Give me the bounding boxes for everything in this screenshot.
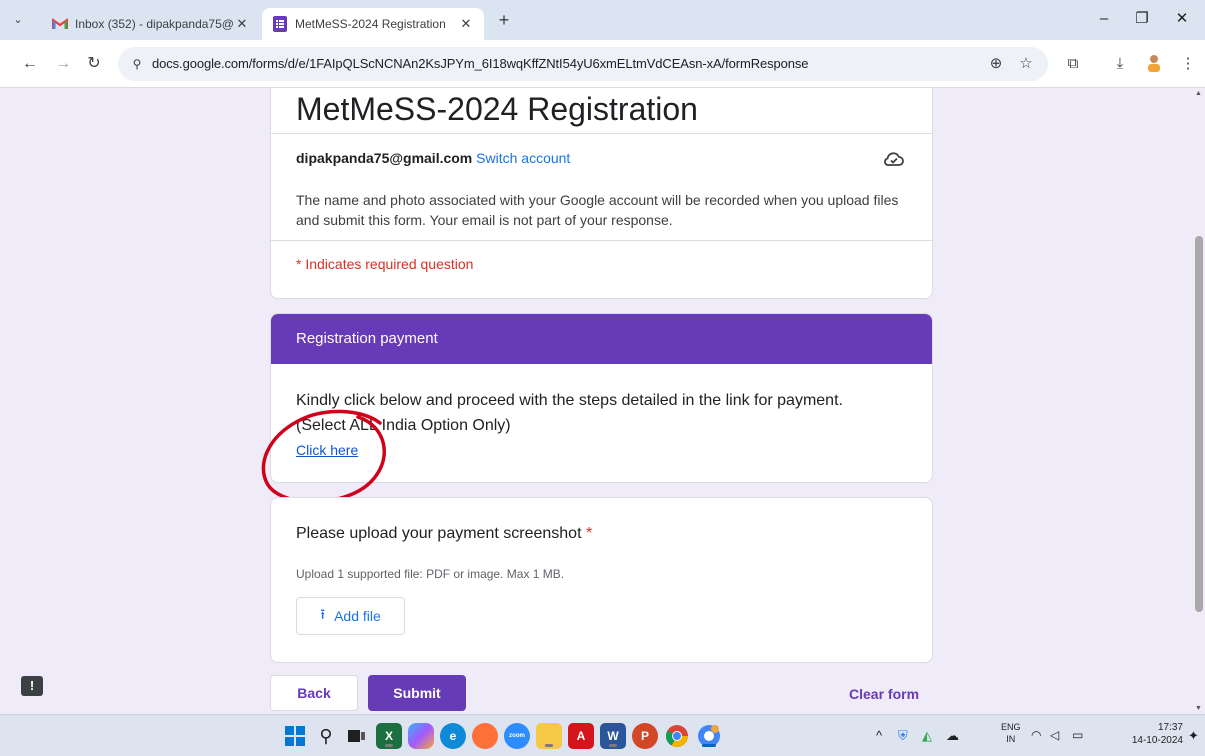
browser-toolbar: ← → ↻ ⚲ docs.google.com/forms/d/e/1FAIpQ… bbox=[0, 40, 1205, 88]
close-window-button[interactable]: ✕ bbox=[1172, 8, 1192, 30]
extensions-icon[interactable]: ⧉ bbox=[1063, 54, 1083, 74]
upload-question-card: Please upload your payment screenshot * … bbox=[270, 497, 933, 663]
required-asterisk: * bbox=[585, 525, 593, 542]
maximize-button[interactable]: ❐ bbox=[1132, 8, 1152, 30]
clear-form-link[interactable]: Clear form bbox=[849, 686, 919, 702]
tab-search-chevron-icon[interactable]: ⌄ bbox=[8, 10, 28, 30]
site-info-icon[interactable]: ⚲ bbox=[128, 55, 146, 73]
menu-kebab-icon[interactable]: ⋮ bbox=[1178, 54, 1198, 74]
chrome-profile-icon[interactable] bbox=[696, 723, 722, 749]
account-notice: The name and photo associated with your … bbox=[296, 192, 899, 228]
back-button[interactable]: Back bbox=[270, 675, 358, 711]
notifications-icon[interactable]: ✦ bbox=[1188, 728, 1199, 744]
onedrive-icon[interactable]: ☁ bbox=[946, 728, 959, 744]
word-icon[interactable]: W bbox=[600, 723, 626, 749]
security-shield-icon[interactable]: ⛨ bbox=[898, 728, 908, 744]
section-description: Kindly click below and proceed with the … bbox=[296, 392, 843, 409]
scrollbar[interactable]: ▲ ▼ bbox=[1193, 88, 1205, 714]
forward-arrow-icon[interactable]: → bbox=[53, 54, 73, 74]
copilot-icon[interactable] bbox=[408, 723, 434, 749]
tab-gmail-inbox[interactable]: Inbox (352) - dipakpanda75@g ✕ bbox=[42, 8, 260, 40]
running-indicator bbox=[609, 744, 617, 747]
active-indicator bbox=[702, 744, 716, 747]
reload-icon[interactable]: ↻ bbox=[84, 54, 104, 74]
clock[interactable]: 17:37 14-10-2024 bbox=[1125, 721, 1183, 747]
address-bar[interactable]: ⚲ docs.google.com/forms/d/e/1FAIpQLScNCN… bbox=[118, 47, 1048, 81]
question-text: Please upload your payment screenshot bbox=[296, 525, 582, 542]
acrobat-icon[interactable]: A bbox=[568, 723, 594, 749]
file-explorer-icon[interactable] bbox=[536, 723, 562, 749]
back-arrow-icon[interactable]: ← bbox=[20, 54, 40, 74]
cloud-saved-icon bbox=[884, 152, 904, 166]
zoom-icon[interactable]: zoom bbox=[504, 723, 530, 749]
new-tab-button[interactable]: + bbox=[494, 11, 514, 31]
show-hidden-icons-icon[interactable]: ^ bbox=[876, 728, 882, 743]
language-region: IN bbox=[1006, 734, 1016, 744]
gmail-icon bbox=[52, 16, 68, 32]
scroll-down-icon[interactable]: ▼ bbox=[1195, 705, 1202, 712]
firefox-icon[interactable] bbox=[472, 723, 498, 749]
account-line: dipakpanda75@gmail.com Switch account bbox=[296, 150, 570, 166]
form-viewport: MetMeSS-2024 Registration dipakpanda75@g… bbox=[0, 88, 1205, 714]
minimize-button[interactable]: – bbox=[1094, 8, 1114, 30]
switch-account-link[interactable]: Switch account bbox=[476, 150, 570, 166]
running-indicator bbox=[545, 744, 553, 747]
wifi-icon[interactable]: ◠ bbox=[1031, 728, 1041, 742]
section-card: Registration payment Kindly click below … bbox=[270, 313, 933, 483]
section-description: (Select ALL India Option Only) bbox=[296, 417, 511, 434]
url-text: docs.google.com/forms/d/e/1FAIpQLScNCNAn… bbox=[152, 56, 809, 71]
divider bbox=[271, 133, 932, 134]
browser-tab-strip: ⌄ Inbox (352) - dipakpanda75@g ✕ MetMeSS… bbox=[0, 0, 1205, 40]
tab-title: MetMeSS-2024 Registration bbox=[295, 17, 446, 31]
scroll-up-icon[interactable]: ▲ bbox=[1195, 90, 1202, 97]
tab-metmess-registration[interactable]: MetMeSS-2024 Registration ✕ bbox=[262, 8, 484, 40]
submit-button[interactable]: Submit bbox=[368, 675, 466, 711]
question-title: Please upload your payment screenshot * bbox=[296, 525, 592, 543]
zoom-icon[interactable]: ⊕ bbox=[986, 54, 1006, 74]
windows-taskbar: ⚲ X e zoom A W P ^ ⛨ ◭ ☁ ENG IN ◠ ◁ ▭ 17… bbox=[0, 714, 1205, 756]
profile-avatar[interactable] bbox=[1144, 54, 1164, 74]
windows-start-icon[interactable] bbox=[282, 723, 308, 749]
powerpoint-icon[interactable]: P bbox=[632, 723, 658, 749]
form-header-card: MetMeSS-2024 Registration dipakpanda75@g… bbox=[270, 88, 933, 299]
tab-close-icon[interactable]: ✕ bbox=[234, 16, 250, 32]
google-drive-icon[interactable]: ◭ bbox=[922, 728, 932, 744]
google-forms-icon bbox=[272, 16, 288, 32]
task-view-icon[interactable] bbox=[344, 723, 370, 749]
account-email: dipakpanda75@gmail.com bbox=[296, 150, 473, 166]
divider bbox=[271, 240, 932, 241]
report-feedback-icon[interactable]: ! bbox=[21, 676, 43, 696]
section-header: Registration payment bbox=[271, 314, 932, 364]
clock-date: 14-10-2024 bbox=[1131, 735, 1183, 746]
language-code: ENG bbox=[1001, 722, 1021, 732]
volume-icon[interactable]: ◁ bbox=[1050, 728, 1059, 742]
tab-close-icon[interactable]: ✕ bbox=[458, 16, 474, 32]
scrollbar-thumb[interactable] bbox=[1195, 236, 1203, 612]
bookmark-star-icon[interactable]: ☆ bbox=[1016, 54, 1036, 74]
language-indicator[interactable]: ENG IN bbox=[1001, 721, 1021, 745]
required-note: * Indicates required question bbox=[296, 256, 474, 272]
add-file-button[interactable]: ⭱ Add file bbox=[296, 597, 405, 635]
add-file-label: Add file bbox=[334, 608, 381, 624]
upload-hint: Upload 1 supported file: PDF or image. M… bbox=[296, 567, 565, 581]
tab-title: Inbox (352) - dipakpanda75@g bbox=[75, 17, 234, 31]
download-icon[interactable]: ⤓ bbox=[1110, 54, 1130, 74]
page-title: MetMeSS-2024 Registration bbox=[296, 91, 698, 127]
clock-time: 17:37 bbox=[1157, 722, 1183, 733]
chrome-icon[interactable] bbox=[664, 723, 690, 749]
excel-icon[interactable]: X bbox=[376, 723, 402, 749]
running-indicator bbox=[385, 744, 393, 747]
section-title: Registration payment bbox=[296, 330, 438, 347]
battery-icon[interactable]: ▭ bbox=[1072, 728, 1083, 742]
search-icon[interactable]: ⚲ bbox=[313, 723, 339, 749]
edge-icon[interactable]: e bbox=[440, 723, 466, 749]
upload-icon: ⭱ bbox=[320, 606, 326, 622]
payment-link[interactable]: Click here bbox=[296, 442, 358, 458]
